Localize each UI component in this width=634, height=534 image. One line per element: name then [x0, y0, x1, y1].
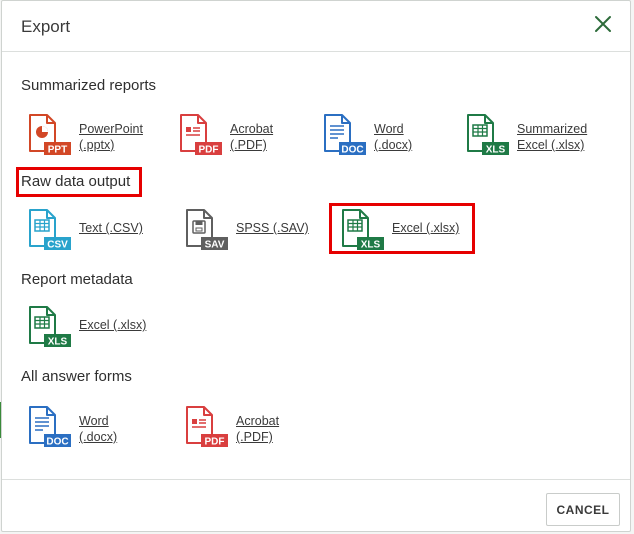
- section-metadata-title: Report metadata: [21, 271, 133, 288]
- word-icon: DOC: [29, 406, 71, 448]
- section-answers-title: All answer forms: [21, 368, 132, 385]
- item-label-line2: (.docx): [374, 138, 413, 152]
- item-label-line2: (.PDF): [230, 138, 267, 152]
- item-label-line1: Text (.CSV): [79, 221, 143, 235]
- excel-icon: XLS: [29, 306, 71, 348]
- svg-text:XLS: XLS: [486, 145, 506, 156]
- item-label-line1: Excel (.xlsx): [392, 221, 460, 235]
- svg-text:XLS: XLS: [48, 337, 68, 348]
- spss-icon: SAV: [186, 209, 228, 251]
- svg-text:CSV: CSV: [47, 240, 68, 251]
- section-summarized-title: Summarized reports: [21, 77, 157, 94]
- svg-text:PPT: PPT: [48, 145, 67, 156]
- item-label-line1: Word: [79, 414, 109, 428]
- dialog-title: Export: [21, 17, 71, 36]
- excel-icon: XLS: [467, 114, 509, 156]
- csv-icon: CSV: [29, 209, 71, 251]
- pdf-icon: PDF: [186, 406, 228, 448]
- word-icon: DOC: [324, 114, 366, 156]
- svg-text:DOC: DOC: [46, 437, 68, 448]
- pdf-icon: PDF: [180, 114, 222, 156]
- item-label-line1: SPSS (.SAV): [236, 221, 309, 235]
- item-label-line2: (.pptx): [79, 138, 115, 152]
- item-label-line1: Excel (.xlsx): [79, 318, 147, 332]
- close-icon[interactable]: [592, 13, 614, 35]
- dialog-header: Export: [2, 1, 630, 52]
- section-raw-title: Raw data output: [21, 173, 131, 190]
- dialog-footer: CANCEL: [2, 479, 630, 532]
- item-label-line2: (.PDF): [236, 430, 273, 444]
- cancel-button[interactable]: CANCEL: [546, 493, 620, 526]
- item-label-line2: (.docx): [79, 430, 118, 444]
- excel-icon: XLS: [342, 209, 384, 251]
- item-label-line1: PowerPoint: [79, 122, 143, 136]
- export-dialog: Export Summarized reports PPT PowerPoint…: [1, 0, 631, 532]
- item-label-line2: Excel (.xlsx): [517, 138, 585, 152]
- svg-text:PDF: PDF: [205, 437, 225, 448]
- item-label-line1: Acrobat: [230, 122, 274, 136]
- svg-text:PDF: PDF: [199, 145, 219, 156]
- svg-text:SAV: SAV: [205, 240, 225, 251]
- item-label-line1: Summarized: [517, 122, 588, 136]
- svg-text:XLS: XLS: [361, 240, 381, 251]
- svg-text:DOC: DOC: [341, 145, 363, 156]
- item-label-line1: Word: [374, 122, 404, 136]
- powerpoint-icon: PPT: [29, 114, 71, 156]
- item-label-line1: Acrobat: [236, 414, 280, 428]
